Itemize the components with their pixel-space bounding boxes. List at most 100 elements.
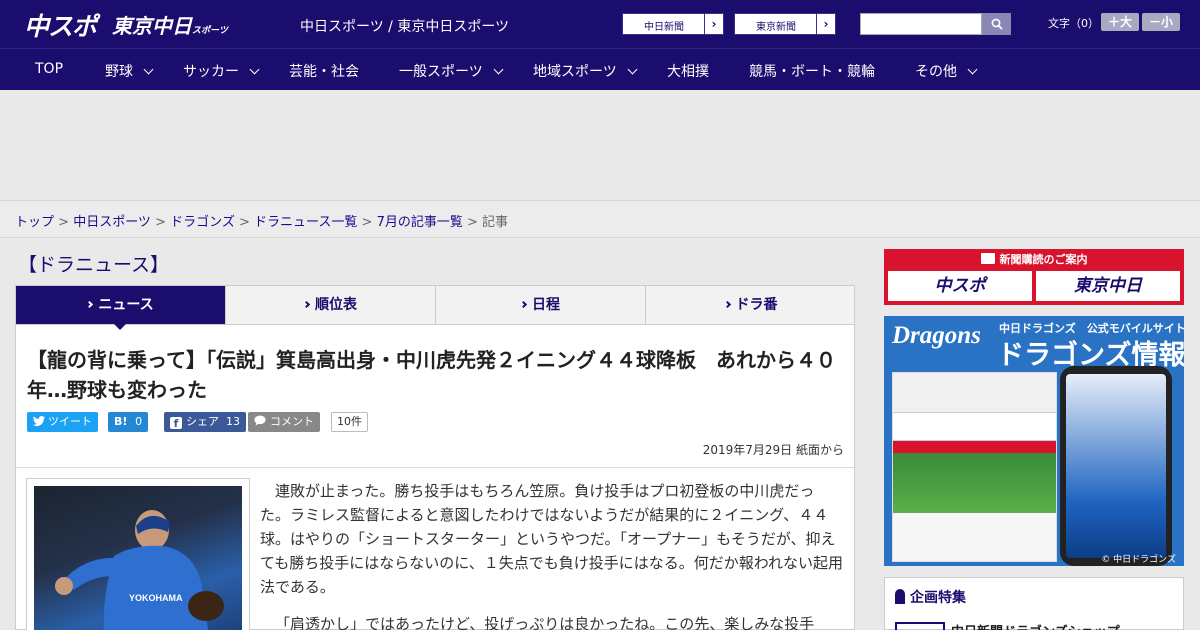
nav-top[interactable]: TOP	[35, 61, 63, 77]
article-headline: 【龍の背に乗って】「伝説」箕島高出身・中川虎先発２イニング４４球降板 あれから４…	[27, 348, 836, 402]
facebook-share-count: 13	[226, 415, 240, 428]
tab-standings[interactable]: 順位表	[226, 286, 436, 324]
tab-label: ニュース	[98, 297, 154, 313]
chevron-down-icon	[493, 64, 504, 75]
nav-label: サッカー	[183, 64, 239, 80]
chunichi-shimbun-label: 中日新聞	[644, 22, 684, 33]
nav-regional-sports[interactable]: 地域スポーツ	[533, 61, 638, 81]
nav-entertainment[interactable]: 芸能・社会	[289, 61, 359, 81]
feature-item-label: 中日新聞ドラゴンズショップ	[951, 621, 1120, 630]
chuspo-logo[interactable]: 中スポ	[24, 7, 97, 43]
feature-title-text: 企画特集	[910, 590, 966, 606]
section-title: 【ドラニュース】	[18, 254, 170, 276]
nav-label: 一般スポーツ	[399, 64, 483, 80]
breadcrumb-link[interactable]: 中日スポーツ	[73, 215, 151, 230]
tokyo-chunichi-logo[interactable]: 東京中日スポーツ	[112, 10, 228, 39]
nav-baseball[interactable]: 野球	[105, 61, 154, 81]
search-button[interactable]	[982, 13, 1011, 35]
nav-label: 野球	[105, 64, 133, 80]
phone-screen	[1066, 374, 1166, 558]
tweet-label: ツイート	[48, 415, 92, 428]
breadcrumb-current: 記事	[482, 215, 509, 230]
breadcrumb-separator: >	[234, 215, 255, 230]
subscribe-label-text: 新聞購読のご案内	[999, 253, 1088, 266]
tab-dora-ban[interactable]: ドラ番	[646, 286, 856, 324]
copyright-text: © 中日ドラゴンズ	[1101, 555, 1176, 565]
facebook-share-button[interactable]: f シェア 13	[164, 412, 246, 432]
breadcrumb-link[interactable]: 7月の記事一覧	[377, 215, 463, 230]
comment-button[interactable]: コメント	[248, 412, 320, 432]
dragons-mobile-banner[interactable]: Dragons 中日ドラゴンズ 公式モバイルサイト ドラゴンズ情報 © 中日ドラ…	[884, 316, 1184, 566]
nav-general-sports[interactable]: 一般スポーツ	[399, 61, 504, 81]
breadcrumb-link[interactable]: ドラゴンズ	[170, 215, 235, 230]
tokyo-shimbun-link[interactable]: 東京新聞 ›	[734, 13, 836, 35]
chevron-right-icon	[723, 300, 731, 309]
score-table	[893, 373, 1056, 413]
hatena-label: B!	[114, 415, 128, 428]
game-status	[893, 413, 1056, 441]
article-body: 連敗が止まった。勝ち投手はもちろん笠原。負け投手はプロ初登板の中川虎だった。ラミ…	[260, 479, 844, 630]
tab-news[interactable]: ニュース	[16, 286, 226, 324]
article: 【龍の背に乗って】「伝説」箕島高出身・中川虎先発２イニング４４球降板 あれから４…	[15, 325, 855, 630]
pitcher-silhouette: YOKOHAMA	[55, 510, 224, 630]
font-size-label: 文字（0）	[1048, 17, 1099, 30]
chevron-right-icon	[86, 300, 94, 309]
smartphone-graphic	[1060, 366, 1172, 566]
nav-racing[interactable]: 競馬・ボート・競輪	[749, 61, 875, 81]
subscribe-label: 新聞購読のご案内	[884, 251, 1184, 267]
tab-label: 日程	[532, 297, 560, 313]
tokyo-chunichi-logo-text: 東京中日	[112, 14, 192, 38]
nav-other[interactable]: その他	[915, 61, 978, 81]
search-icon	[991, 18, 1003, 30]
ad-area	[0, 90, 1200, 200]
site-name: 中日スポーツ / 東京中日スポーツ	[300, 19, 510, 35]
breadcrumb: トップ > 中日スポーツ > ドラゴンズ > ドラニュース一覧 > 7月の記事一…	[0, 200, 1200, 238]
divider	[16, 467, 854, 468]
nav-label: TOP	[35, 61, 64, 77]
feature-item[interactable]: 中日新聞ドラゴンズショップ	[895, 622, 1175, 630]
font-increase-button[interactable]: ＋大	[1101, 13, 1139, 31]
subscribe-banner[interactable]: 新聞購読のご案内 中スポ 東京中日	[884, 249, 1184, 305]
hatena-button[interactable]: B! 0	[108, 412, 149, 432]
status-strip	[893, 441, 1056, 453]
facebook-icon: f	[170, 417, 182, 430]
article-date: 2019年7月29日 紙面から	[702, 443, 844, 457]
newspaper-icon	[980, 253, 995, 264]
chevron-right-icon: ›	[816, 14, 835, 34]
breadcrumb-separator: >	[357, 215, 377, 230]
tab-schedule[interactable]: 日程	[436, 286, 646, 324]
feature-box: 企画特集 中日新聞ドラゴンズショップ	[884, 577, 1184, 630]
comment-count[interactable]: 10件	[331, 412, 368, 432]
svg-text:YOKOHAMA: YOKOHAMA	[129, 593, 183, 603]
main-nav: TOP 野球 サッカー 芸能・社会 一般スポーツ 地域スポーツ 大相撲 競馬・ボ…	[0, 48, 1200, 90]
subscribe-chuspo-button[interactable]: 中スポ	[888, 271, 1032, 301]
nav-label: その他	[915, 64, 957, 80]
comment-label: コメント	[270, 415, 314, 428]
font-decrease-button[interactable]: －小	[1142, 13, 1180, 31]
article-photo[interactable]: YOKOHAMA	[26, 478, 250, 630]
tweet-button[interactable]: ツイート	[27, 412, 98, 432]
chevron-right-icon: ›	[704, 14, 723, 34]
pitcher-photo: YOKOHAMA	[34, 486, 242, 630]
search-input[interactable]	[860, 13, 982, 35]
nav-label: 競馬・ボート・競輪	[749, 64, 875, 80]
nav-sumo[interactable]: 大相撲	[667, 61, 709, 81]
dragons-tabs: ニュース 順位表 日程 ドラ番	[15, 285, 855, 325]
nav-label: 芸能・社会	[289, 64, 359, 80]
facebook-share-label: シェア	[186, 415, 219, 428]
top-header: 中スポ 東京中日スポーツ 中日スポーツ / 東京中日スポーツ 中日新聞 › 東京…	[0, 0, 1200, 48]
subscribe-tokyo-chunichi-button[interactable]: 東京中日	[1036, 271, 1180, 301]
chevron-down-icon	[249, 64, 260, 75]
breadcrumb-separator: >	[54, 215, 74, 230]
stats-table	[893, 513, 1056, 561]
tokyo-shimbun-label: 東京新聞	[756, 22, 796, 33]
feature-title: 企画特集	[895, 587, 966, 607]
scoreboard-graphic	[892, 372, 1057, 562]
dragons-brand-logo: Dragons	[892, 322, 981, 349]
nav-soccer[interactable]: サッカー	[183, 61, 260, 81]
breadcrumb-link[interactable]: ドラニュース一覧	[254, 215, 357, 230]
nav-label: 地域スポーツ	[533, 64, 617, 80]
chunichi-shimbun-link[interactable]: 中日新聞 ›	[622, 13, 724, 35]
breadcrumb-link[interactable]: トップ	[15, 215, 54, 230]
tab-label: 順位表	[315, 297, 357, 313]
